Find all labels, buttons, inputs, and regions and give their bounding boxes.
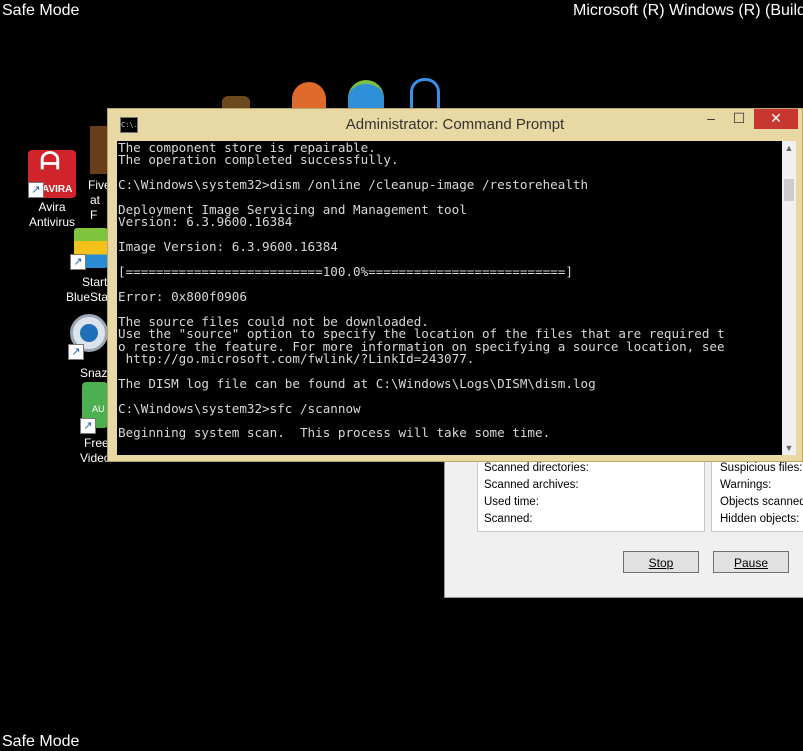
partial-desktop-icons bbox=[220, 78, 460, 110]
shortcut-arrow-icon: ↗ bbox=[28, 182, 44, 198]
stat-label-right: Suspicious files: bbox=[720, 462, 803, 474]
close-button[interactable]: ✕ bbox=[754, 109, 798, 129]
stop-label: Stop bbox=[648, 556, 674, 570]
safe-mode-label-bottom: Safe Mode bbox=[2, 733, 80, 750]
shortcut-arrow-icon: ↗ bbox=[80, 418, 96, 434]
stat-label: Scanned directories: bbox=[484, 462, 589, 474]
five-nights-icon bbox=[90, 126, 108, 174]
free-video-label-1: Free bbox=[84, 436, 109, 450]
free-video-au-label: AU bbox=[92, 404, 105, 414]
blue-swirl-icon[interactable] bbox=[410, 78, 440, 110]
console-text: The component store is repairable. The o… bbox=[118, 141, 725, 441]
stat-label: Scanned: bbox=[484, 513, 533, 525]
windows-build-label: Microsoft (R) Windows (R) (Build bbox=[573, 2, 803, 19]
orange-app-icon[interactable] bbox=[292, 82, 326, 110]
pause-button[interactable]: Pause bbox=[713, 551, 789, 573]
snaz-clock-icon bbox=[80, 324, 98, 342]
scan-stats-panel: Scanned directories: 21520 Scanned archi… bbox=[477, 457, 799, 532]
stat-label-right: Warnings: bbox=[720, 479, 772, 491]
scroll-down-icon[interactable]: ▼ bbox=[782, 441, 796, 455]
stat-row: Used time: 1:01:40 bbox=[484, 496, 749, 513]
downloader-icon[interactable] bbox=[348, 80, 384, 110]
scan-stats-right-panel: Suspicious files: Warnings: Objects scan… bbox=[711, 457, 803, 532]
bluestacks-label-2: BlueSta bbox=[66, 290, 109, 304]
desktop-icon-avira[interactable]: ᗩ AVIRA ↗ Avira Antivirus bbox=[20, 150, 84, 230]
scanner-window: Scanned directories: 21520 Scanned archi… bbox=[444, 453, 803, 598]
maximize-button[interactable]: ☐ bbox=[726, 109, 752, 129]
bluestacks-label-1: Start bbox=[82, 275, 108, 289]
shortcut-arrow-icon: ↗ bbox=[68, 344, 84, 360]
avira-label-1: Avira bbox=[38, 200, 66, 214]
command-prompt-window[interactable]: C:\. Administrator: Command Prompt – ☐ ✕… bbox=[107, 108, 803, 462]
shortcut-arrow-icon: ↗ bbox=[70, 254, 86, 270]
avira-badge: AVIRA bbox=[42, 184, 73, 195]
stat-row: Scanned directories: 21520 bbox=[484, 462, 799, 479]
desktop-icon-snaz[interactable]: ↗ Snaz bbox=[66, 312, 108, 384]
stat-row: Scanned archives: 8825 bbox=[484, 479, 789, 496]
safe-mode-label-top: Safe Mode bbox=[2, 2, 80, 19]
desktop-icon-free-video[interactable]: AU ↗ Free Video bbox=[78, 382, 111, 466]
scroll-up-icon[interactable]: ▲ bbox=[782, 141, 796, 155]
vertical-scrollbar[interactable]: ▲ ▼ bbox=[782, 141, 796, 455]
avira-umbrella-icon: ᗩ bbox=[40, 148, 60, 175]
cmd-titlebar[interactable]: C:\. Administrator: Command Prompt – ☐ ✕ bbox=[108, 109, 802, 141]
avira-icon: ᗩ AVIRA ↗ bbox=[28, 150, 76, 198]
stat-label: Scanned archives: bbox=[484, 479, 579, 491]
snaz-label: Snaz bbox=[80, 366, 108, 380]
stat-label: Used time: bbox=[484, 496, 539, 508]
five-nights-label-2: at F bbox=[90, 193, 101, 222]
stat-label-right: Objects scanned bbox=[720, 496, 803, 508]
console-output[interactable]: The component store is repairable. The o… bbox=[117, 141, 782, 455]
scroll-thumb[interactable] bbox=[784, 179, 794, 201]
pause-label: Pause bbox=[733, 556, 769, 570]
free-video-label-2: Video bbox=[80, 451, 111, 465]
stat-row: Scanned: 6.8% bbox=[484, 513, 743, 530]
desktop-icon-bluestacks[interactable]: ↗ Start BlueSta bbox=[64, 224, 108, 306]
stop-button[interactable]: Stop bbox=[623, 551, 699, 573]
stat-label-right: Hidden objects: bbox=[720, 513, 800, 525]
minimize-button[interactable]: – bbox=[698, 109, 724, 129]
desktop-icon-five-nights[interactable]: Five at F bbox=[86, 120, 111, 222]
